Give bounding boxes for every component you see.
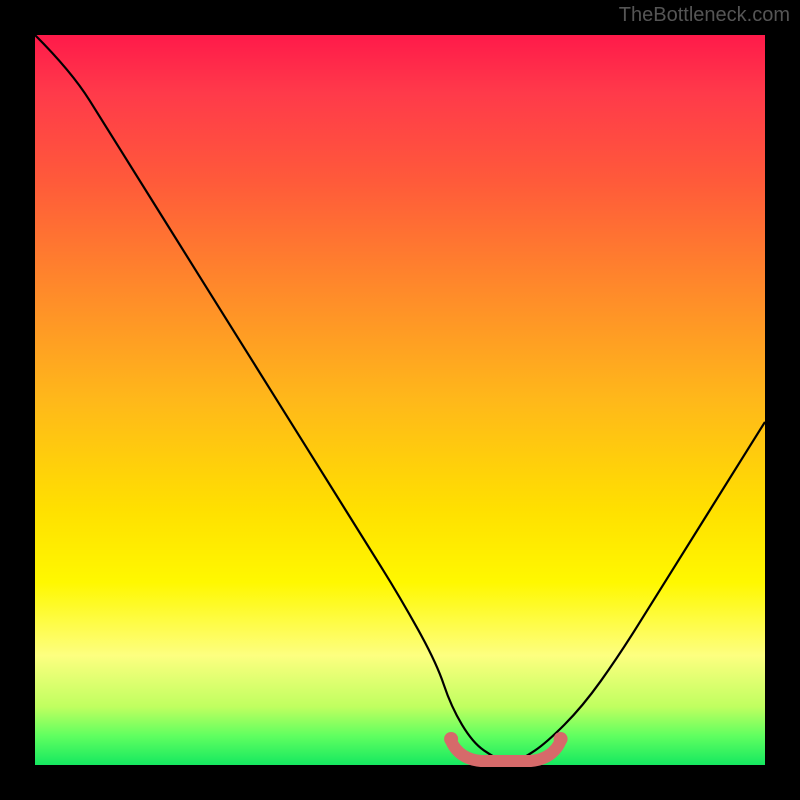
bottleneck-curve-svg	[35, 35, 765, 765]
chart-plot-area	[35, 35, 765, 765]
attribution-text: TheBottleneck.com	[619, 4, 790, 27]
optimum-range-left-cap	[444, 732, 458, 746]
bottleneck-curve-path	[35, 35, 765, 763]
optimum-range-right-cap	[554, 732, 568, 746]
